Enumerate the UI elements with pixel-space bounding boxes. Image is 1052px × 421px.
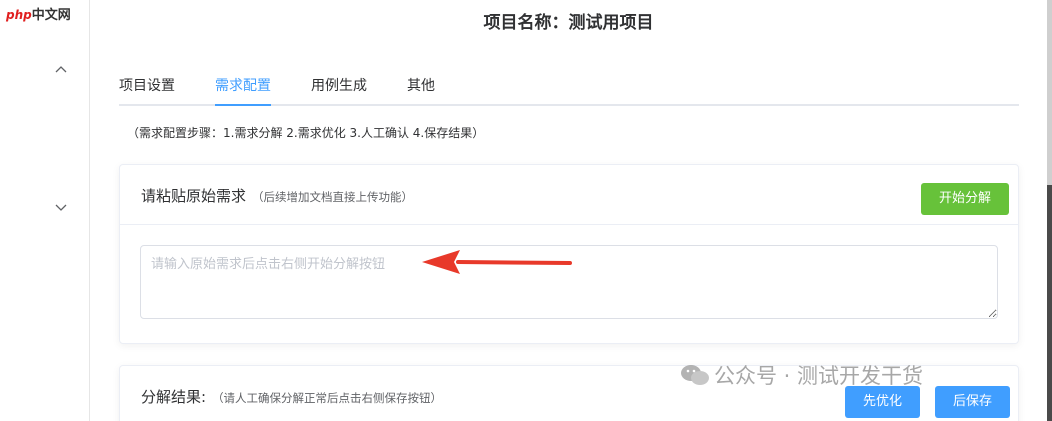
annotation-arrow-icon <box>422 250 572 274</box>
tab-project-settings[interactable]: 项目设置 <box>119 76 175 106</box>
chevron-up-icon[interactable] <box>54 63 68 77</box>
start-decompose-button[interactable]: 开始分解 <box>921 183 1009 215</box>
result-card-title: 分解结果: <box>141 388 207 406</box>
wechat-icon <box>681 365 709 385</box>
requirement-card-title: 请粘贴原始需求 <box>141 187 247 205</box>
logo-php: php <box>6 8 32 22</box>
page-title: 项目名称：测试用项目 <box>483 13 654 33</box>
logo-cn: 中文网 <box>31 8 71 23</box>
requirement-card-title-row: 请粘贴原始需求 （后续增加文档直接上传功能） <box>141 185 413 206</box>
tab-other[interactable]: 其他 <box>407 76 435 106</box>
chevron-down-icon[interactable] <box>54 200 68 214</box>
result-card-title-row: 分解结果: （请人工确保分解正常后点击右侧保存按钮） <box>141 386 442 407</box>
optimize-button[interactable]: 先优化 <box>845 386 920 418</box>
sidebar: php中文网 <box>0 0 90 421</box>
requirement-card-header: 请粘贴原始需求 （后续增加文档直接上传功能） 开始分解 <box>120 165 1018 225</box>
watermark-text: 公众号 · 测试开发干货 <box>714 364 924 388</box>
watermark: 公众号 · 测试开发干货 <box>680 360 923 390</box>
main-content: 项目名称：测试用项目 项目设置 需求配置 用例生成 其他 （需求配置步骤：1.需… <box>90 0 1047 421</box>
logo: php中文网 <box>6 4 71 23</box>
tab-case-generation[interactable]: 用例生成 <box>311 76 367 106</box>
tab-active-indicator <box>215 104 271 106</box>
tab-requirement-config[interactable]: 需求配置 <box>215 76 271 106</box>
save-button[interactable]: 后保存 <box>935 386 1010 418</box>
requirement-card-hint: （后续增加文档直接上传功能） <box>252 190 414 204</box>
result-card-hint: （请人工确保分解正常后点击右侧保存按钮） <box>212 391 443 405</box>
steps-text: （需求配置步骤：1.需求分解 2.需求优化 3.人工确认 4.保存结果） <box>127 126 485 140</box>
window-edge <box>1047 0 1052 421</box>
tab-bar: 项目设置 需求配置 用例生成 其他 <box>119 76 1019 106</box>
